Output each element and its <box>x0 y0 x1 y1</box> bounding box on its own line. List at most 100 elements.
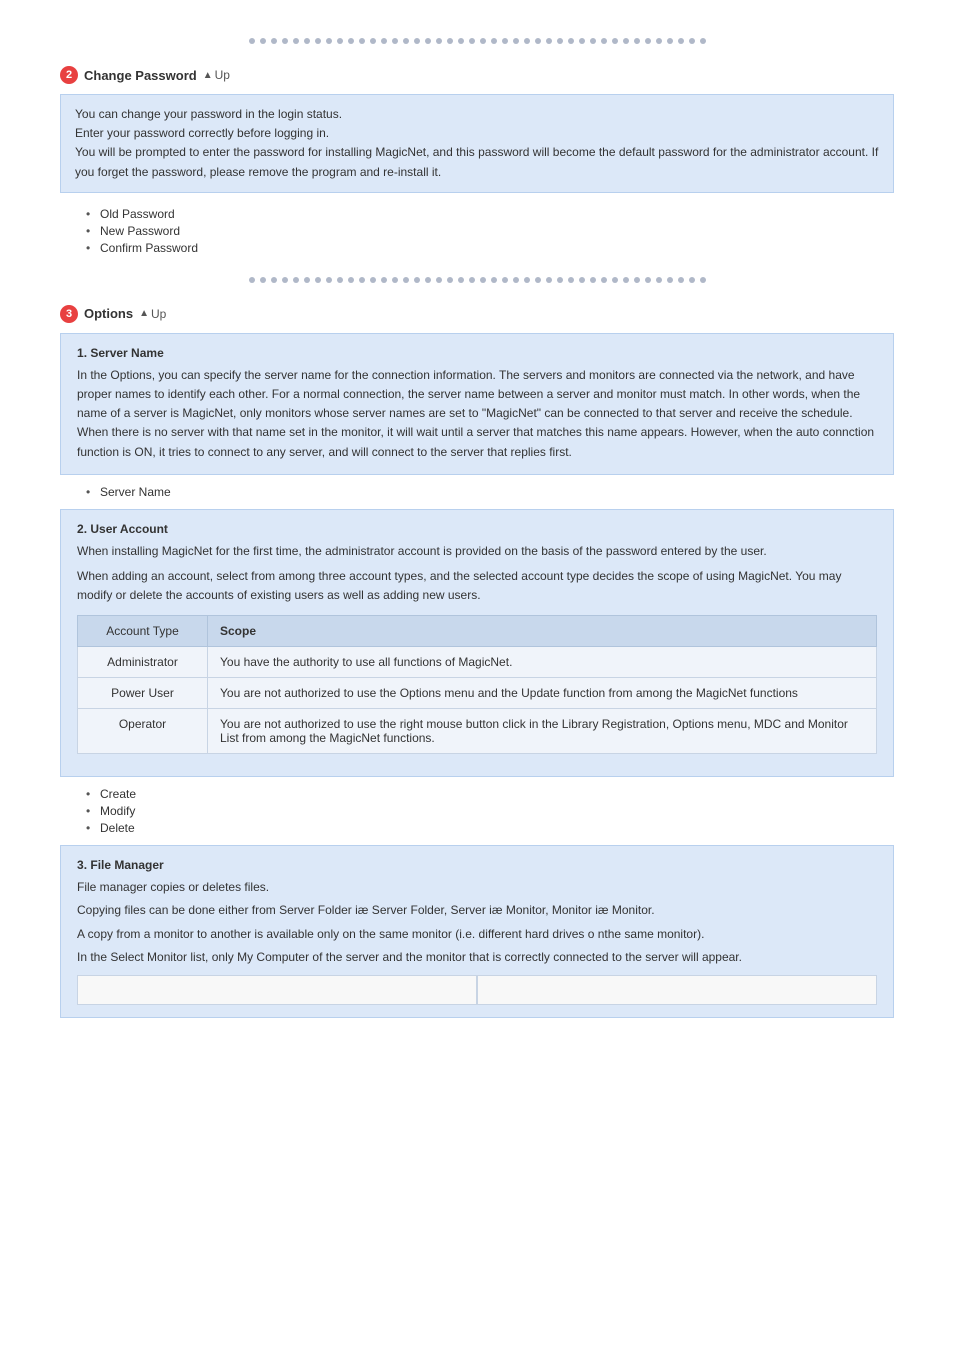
dot <box>304 277 310 283</box>
section2-bullets: Old Password New Password Confirm Passwo… <box>76 207 894 255</box>
subsection-server-name: 1. Server Name In the Options, you can s… <box>60 333 894 475</box>
dot <box>480 38 486 44</box>
dot <box>436 277 442 283</box>
dot <box>634 277 640 283</box>
bullet-new-password: New Password <box>86 224 894 238</box>
bullet-modify: Modify <box>86 804 894 818</box>
bullet-server-name: Server Name <box>86 485 894 499</box>
dot <box>414 277 420 283</box>
dot <box>249 277 255 283</box>
file-manager-cell-left <box>77 975 477 1005</box>
dot <box>436 38 442 44</box>
subsection3-body3: A copy from a monitor to another is avai… <box>77 925 877 944</box>
dot <box>667 38 673 44</box>
table-cell-type-poweruser: Power User <box>78 678 208 709</box>
dot <box>271 38 277 44</box>
dot <box>480 277 486 283</box>
subsection2-title: 2. User Account <box>77 522 877 536</box>
dot <box>403 277 409 283</box>
dot <box>414 38 420 44</box>
subsection3-body4: In the Select Monitor list, only My Comp… <box>77 948 877 967</box>
table-header-account-type: Account Type <box>78 616 208 647</box>
section2-up-label: Up <box>215 68 230 82</box>
subsection1-title-text: Server Name <box>90 346 163 360</box>
dot <box>623 277 629 283</box>
subsection3-number: 3 <box>77 858 84 872</box>
dot <box>590 277 596 283</box>
dot <box>645 277 651 283</box>
dot <box>513 38 519 44</box>
divider-middle <box>60 277 894 283</box>
dot <box>370 38 376 44</box>
dot <box>612 38 618 44</box>
dot <box>546 277 552 283</box>
subsection2-body1: When installing MagicNet for the first t… <box>77 542 877 561</box>
dot <box>337 277 343 283</box>
subsection3-body1: File manager copies or deletes files. <box>77 878 877 897</box>
dot <box>315 277 321 283</box>
section3-number: 3 <box>60 305 78 323</box>
up-arrow-icon: ▲ <box>139 308 149 319</box>
dot <box>381 38 387 44</box>
dot <box>392 277 398 283</box>
dot <box>249 38 255 44</box>
dot <box>447 277 453 283</box>
subsection1-number: 1 <box>77 346 84 360</box>
section2-title: Change Password <box>84 68 197 83</box>
table-row: Power User You are not authorized to use… <box>78 678 877 709</box>
table-row: Administrator You have the authority to … <box>78 647 877 678</box>
dot <box>282 277 288 283</box>
table-cell-type-admin: Administrator <box>78 647 208 678</box>
dot <box>348 38 354 44</box>
dot <box>348 277 354 283</box>
dot <box>293 38 299 44</box>
dot <box>502 277 508 283</box>
dot <box>678 38 684 44</box>
account-type-table: Account Type Scope Administrator You hav… <box>77 615 877 754</box>
dot <box>381 277 387 283</box>
subsection1-body: In the Options, you can specify the serv… <box>77 366 877 462</box>
section3-up-link[interactable]: ▲ Up <box>139 307 166 321</box>
dot <box>700 277 706 283</box>
subsection2-title-text: User Account <box>90 522 168 536</box>
user-account-bullets: Create Modify Delete <box>76 787 894 835</box>
dot <box>447 38 453 44</box>
section3-title: Options <box>84 306 133 321</box>
subsection-user-account: 2. User Account When installing MagicNet… <box>60 509 894 778</box>
dot <box>568 277 574 283</box>
dot <box>502 38 508 44</box>
dot <box>579 38 585 44</box>
file-manager-cell-right <box>477 975 877 1005</box>
section2-info-line2: Enter your password correctly before log… <box>75 124 879 143</box>
dot <box>634 38 640 44</box>
section2-info-line1: You can change your password in the logi… <box>75 105 879 124</box>
table-cell-scope-admin: You have the authority to use all functi… <box>208 647 877 678</box>
divider-top <box>60 38 894 44</box>
dot <box>260 277 266 283</box>
subsection1-title: 1. Server Name <box>77 346 877 360</box>
dot <box>623 38 629 44</box>
dot <box>403 38 409 44</box>
table-row: Operator You are not authorized to use t… <box>78 709 877 754</box>
page-container: 2 Change Password ▲ Up You can change yo… <box>0 0 954 1060</box>
dot <box>656 38 662 44</box>
dot <box>392 38 398 44</box>
dot <box>491 277 497 283</box>
section2-up-link[interactable]: ▲ Up <box>203 68 230 82</box>
section3-up-label: Up <box>151 307 166 321</box>
dot <box>370 277 376 283</box>
dot <box>326 277 332 283</box>
dot <box>612 277 618 283</box>
dot <box>535 38 541 44</box>
dot <box>304 38 310 44</box>
subsection3-title: 3. File Manager <box>77 858 877 872</box>
dot <box>667 277 673 283</box>
table-header-scope: Scope <box>208 616 877 647</box>
dot <box>568 38 574 44</box>
section-options: 3 Options ▲ Up 1. Server Name In the Opt… <box>60 305 894 1018</box>
section2-info-box: You can change your password in the logi… <box>60 94 894 193</box>
dot <box>293 277 299 283</box>
dot <box>678 277 684 283</box>
dot <box>359 38 365 44</box>
table-cell-scope-poweruser: You are not authorized to use the Option… <box>208 678 877 709</box>
